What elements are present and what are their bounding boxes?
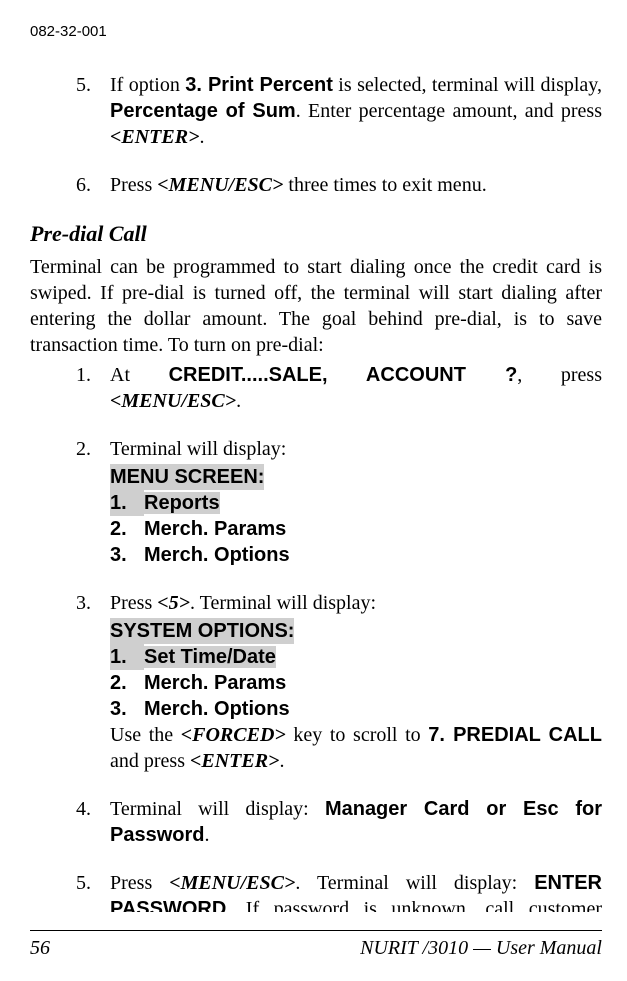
- body: Press <MENU/ESC> three times to exit men…: [110, 172, 602, 198]
- text: Terminal will display:: [110, 798, 325, 820]
- percentage-label: Percentage of Sum: [110, 100, 296, 122]
- text: Use the: [110, 724, 181, 746]
- list-item: 2. Terminal will display: MENU SCREEN: 1…: [76, 436, 602, 568]
- key-menu-esc: <MENU/ESC>: [110, 390, 236, 412]
- list-item: 5. Press <MENU/ESC>. Terminal will displ…: [76, 870, 602, 911]
- num: 6.: [76, 172, 110, 198]
- text: Terminal will display:: [110, 438, 286, 460]
- row-label: Merch. Options: [144, 698, 290, 720]
- text: At: [110, 364, 169, 386]
- text: Press: [110, 592, 157, 614]
- text: . Terminal will display:: [295, 872, 534, 894]
- row-num: 2.: [110, 670, 144, 696]
- system-options-block: SYSTEM OPTIONS: 1.Set Time/Date 2.Merch.…: [110, 618, 602, 722]
- menu-row: 2.Merch. Params: [110, 670, 602, 696]
- intro-paragraph: Terminal can be programmed to start dial…: [30, 254, 602, 358]
- row-num: 1.: [110, 644, 144, 670]
- body: Press <5>. Terminal will display: SYSTEM…: [110, 590, 602, 774]
- list-item: 4. Terminal will display: Manager Card o…: [76, 796, 602, 848]
- row-label: Set Time/Date: [144, 646, 276, 668]
- num: 2.: [76, 436, 110, 568]
- option-name: 3. Print Percent: [185, 74, 333, 96]
- key-menu-esc: <MENU/ESC>: [157, 174, 283, 196]
- page: 082-32-001 5. If option 3. Print Percent…: [0, 0, 627, 981]
- footer: 56 NURIT /3010 — User Manual: [30, 930, 602, 961]
- text: , press: [517, 364, 602, 386]
- list-top: 5. If option 3. Print Percent is selecte…: [30, 72, 602, 198]
- menu-row: 2.Merch. Params: [110, 516, 602, 542]
- body: Terminal will display: Manager Card or E…: [110, 796, 602, 848]
- body: At CREDIT.....SALE, ACCOUNT ?, press <ME…: [110, 362, 602, 414]
- menu-row: 1.Set Time/Date: [110, 644, 602, 670]
- row-label: Merch. Params: [144, 672, 286, 694]
- text: is selected, terminal will display,: [333, 74, 602, 96]
- text: .: [236, 390, 241, 412]
- subheading-predial: Pre-dial Call: [30, 220, 602, 249]
- menu-title: MENU SCREEN:: [110, 464, 264, 490]
- list-predial: 1. At CREDIT.....SALE, ACCOUNT ?, press …: [30, 362, 602, 911]
- row-num: 1.: [110, 490, 144, 516]
- text: If option: [110, 74, 185, 96]
- body: Press <MENU/ESC>. Terminal will display:…: [110, 870, 602, 911]
- menu-row: 3.Merch. Options: [110, 696, 602, 722]
- row-label: Merch. Options: [144, 544, 290, 566]
- row-label: Reports: [144, 492, 220, 514]
- text: and press: [110, 750, 190, 772]
- key-menu-esc: <MENU/ESC>: [169, 872, 295, 894]
- footer-title: NURIT /3010 — User Manual: [360, 935, 602, 961]
- key-5: <5>: [157, 592, 190, 614]
- num: 5.: [76, 72, 110, 150]
- prompt-credit-sale: CREDIT.....SALE, ACCOUNT ?: [169, 364, 518, 386]
- row-label: Merch. Params: [144, 518, 286, 540]
- num: 5.: [76, 870, 110, 911]
- row-num: 3.: [110, 542, 144, 568]
- list-item: 1. At CREDIT.....SALE, ACCOUNT ?, press …: [76, 362, 602, 414]
- row-num: 3.: [110, 696, 144, 722]
- key-enter: <ENTER>: [110, 126, 199, 148]
- list-item: 3. Press <5>. Terminal will display: SYS…: [76, 590, 602, 774]
- predial-call-label: 7. PREDIAL CALL: [428, 724, 602, 746]
- text: Press: [110, 872, 169, 894]
- menu-row: 3.Merch. Options: [110, 542, 602, 568]
- text: .: [279, 750, 284, 772]
- menu-title: SYSTEM OPTIONS:: [110, 618, 294, 644]
- body: If option 3. Print Percent is selected, …: [110, 72, 602, 150]
- text: . Enter percentage amount, and press: [296, 100, 602, 122]
- body: Terminal will display: MENU SCREEN: 1.Re…: [110, 436, 602, 568]
- key-forced: <FORCED>: [181, 724, 286, 746]
- text: .: [199, 126, 204, 148]
- post-text: Use the <FORCED> key to scroll to 7. PRE…: [110, 722, 602, 774]
- row-num: 2.: [110, 516, 144, 542]
- page-number: 56: [30, 935, 50, 961]
- menu-row: 1.Reports: [110, 490, 602, 516]
- num: 1.: [76, 362, 110, 414]
- num: 4.: [76, 796, 110, 848]
- menu-screen-block: MENU SCREEN: 1.Reports 2.Merch. Params 3…: [110, 464, 602, 568]
- content: 5. If option 3. Print Percent is selecte…: [30, 72, 602, 912]
- doc-id: 082-32-001: [30, 22, 602, 42]
- num: 3.: [76, 590, 110, 774]
- list-item: 5. If option 3. Print Percent is selecte…: [76, 72, 602, 150]
- text: key to scroll to: [286, 724, 428, 746]
- text: three times to exit menu.: [283, 174, 486, 196]
- text: .: [204, 824, 209, 846]
- key-enter: <ENTER>: [190, 750, 279, 772]
- text: Press: [110, 174, 157, 196]
- list-item: 6. Press <MENU/ESC> three times to exit …: [76, 172, 602, 198]
- text: . Terminal will display:: [190, 592, 376, 614]
